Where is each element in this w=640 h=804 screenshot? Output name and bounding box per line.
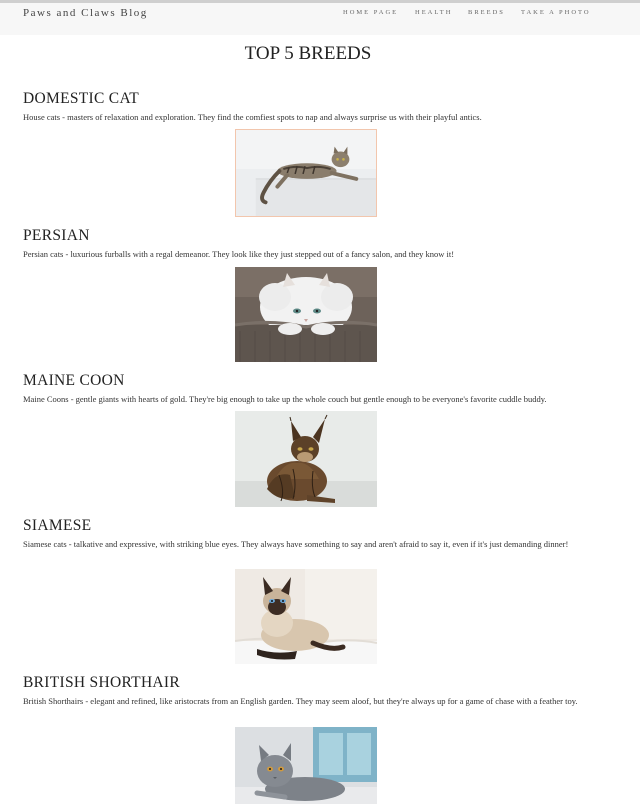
breed-section-domestic-cat: DOMESTIC CAT House cats - masters of rel…	[23, 90, 598, 124]
nav-home-page[interactable]: HOME PAGE	[343, 9, 398, 16]
breed-title: PERSIAN	[23, 227, 90, 244]
maine-coon-photo	[235, 411, 377, 507]
breed-section-british-shorthair: BRITISH SHORTHAIR British Shorthairs - e…	[23, 674, 598, 708]
page-title: TOP 5 BREEDS	[244, 43, 372, 64]
nav-take-a-photo[interactable]: TAKE A PHOTO	[521, 9, 591, 16]
breed-title: SIAMESE	[23, 517, 92, 534]
breed-description: House cats - masters of relaxation and e…	[23, 112, 482, 122]
breed-title: DOMESTIC CAT	[23, 90, 139, 107]
site-header: Paws and Claws Blog HOME PAGE HEALTH BRE…	[0, 3, 640, 35]
breed-description: Persian cats - luxurious furballs with a…	[23, 249, 455, 259]
nav-health[interactable]: HEALTH	[415, 9, 452, 16]
breed-description: British Shorthairs - elegant and refined…	[23, 696, 578, 706]
siamese-cat-photo	[235, 569, 377, 664]
persian-cat-photo	[235, 267, 377, 362]
nav-breeds[interactable]: BREEDS	[468, 9, 505, 16]
breed-section-maine-coon: MAINE COON Maine Coons - gentle giants w…	[23, 372, 598, 406]
breed-description: Maine Coons - gentle giants with hearts …	[23, 394, 547, 404]
site-brand-link[interactable]: Paws and Claws Blog	[23, 7, 148, 19]
domestic-cat-photo	[235, 129, 377, 217]
breed-section-persian: PERSIAN Persian cats - luxurious furball…	[23, 227, 598, 261]
breed-title: MAINE COON	[23, 372, 125, 389]
breed-title: BRITISH SHORTHAIR	[23, 674, 181, 691]
breed-description: Siamese cats - talkative and expressive,…	[23, 539, 569, 549]
breed-section-siamese: SIAMESE Siamese cats - talkative and exp…	[23, 517, 598, 551]
british-shorthair-photo	[235, 727, 377, 804]
